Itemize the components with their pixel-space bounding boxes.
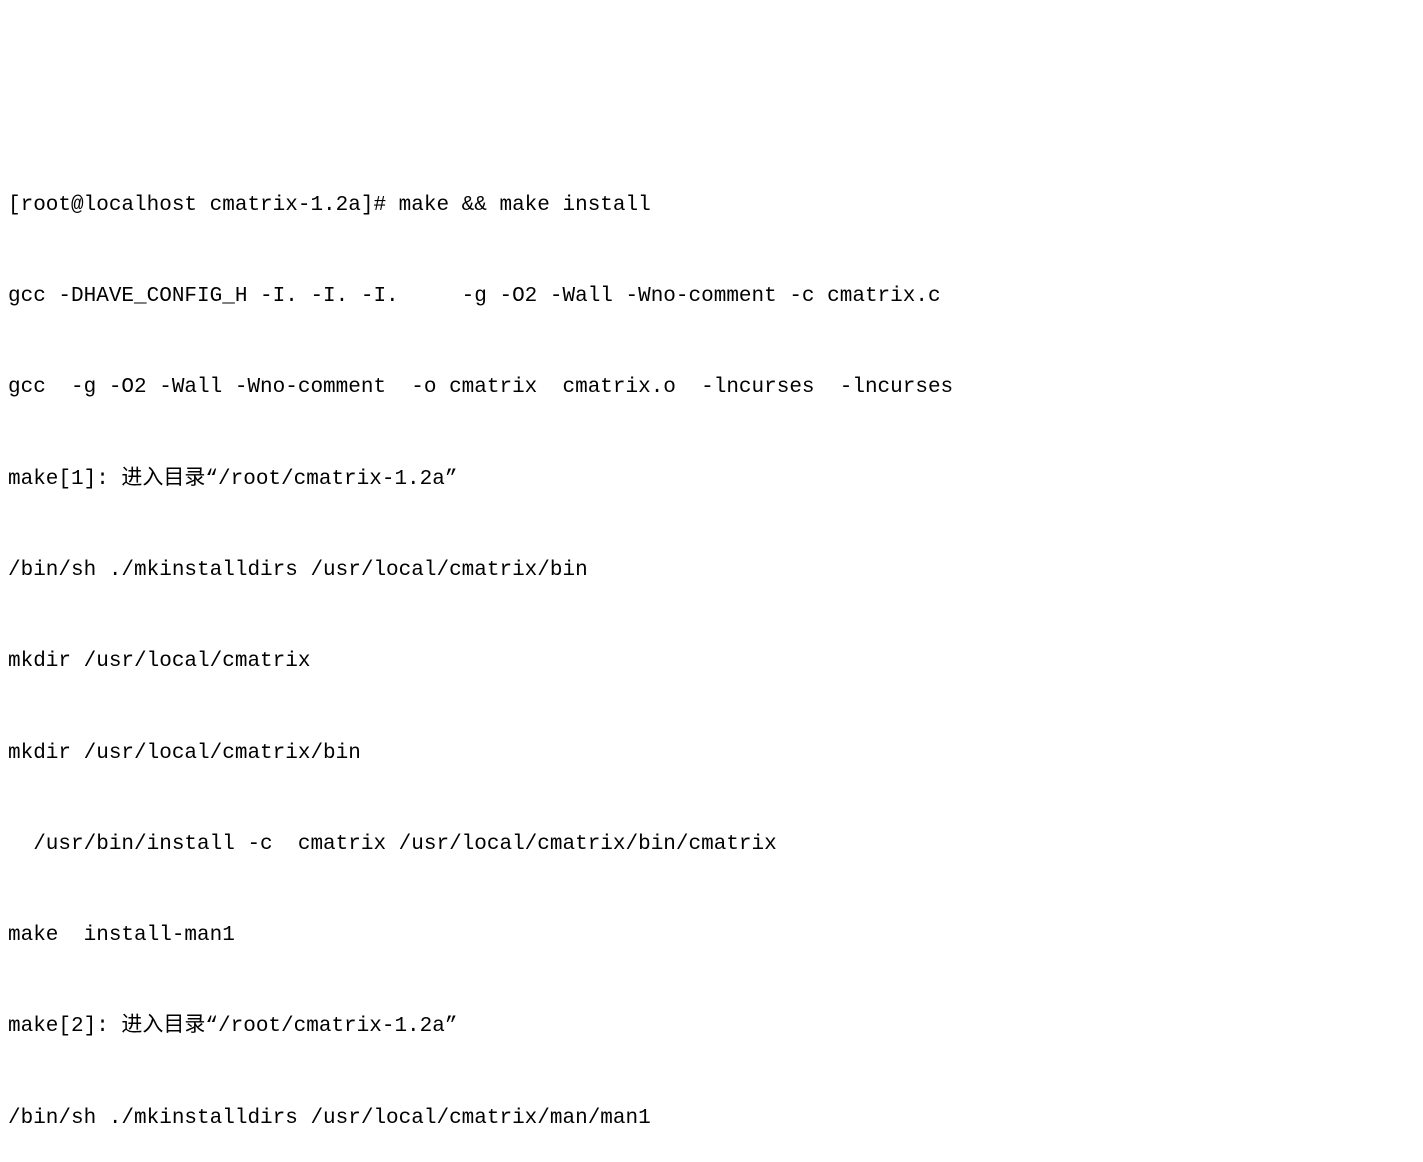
terminal-line: /usr/bin/install -c cmatrix /usr/local/c… <box>8 830 1415 860</box>
terminal-line: [root@localhost cmatrix-1.2a]# make && m… <box>8 191 1415 221</box>
terminal-line: mkdir /usr/local/cmatrix/bin <box>8 739 1415 769</box>
terminal-output: [root@localhost cmatrix-1.2a]# make && m… <box>8 130 1415 1162</box>
terminal-line: /bin/sh ./mkinstalldirs /usr/local/cmatr… <box>8 556 1415 586</box>
terminal-line: make install-man1 <box>8 921 1415 951</box>
terminal-line: make[2]: 进入目录“/root/cmatrix-1.2a” <box>8 1012 1415 1042</box>
terminal-line: gcc -DHAVE_CONFIG_H -I. -I. -I. -g -O2 -… <box>8 282 1415 312</box>
terminal-line: mkdir /usr/local/cmatrix <box>8 647 1415 677</box>
terminal-line: make[1]: 进入目录“/root/cmatrix-1.2a” <box>8 465 1415 495</box>
terminal-line: gcc -g -O2 -Wall -Wno-comment -o cmatrix… <box>8 373 1415 403</box>
terminal-line: /bin/sh ./mkinstalldirs /usr/local/cmatr… <box>8 1104 1415 1134</box>
